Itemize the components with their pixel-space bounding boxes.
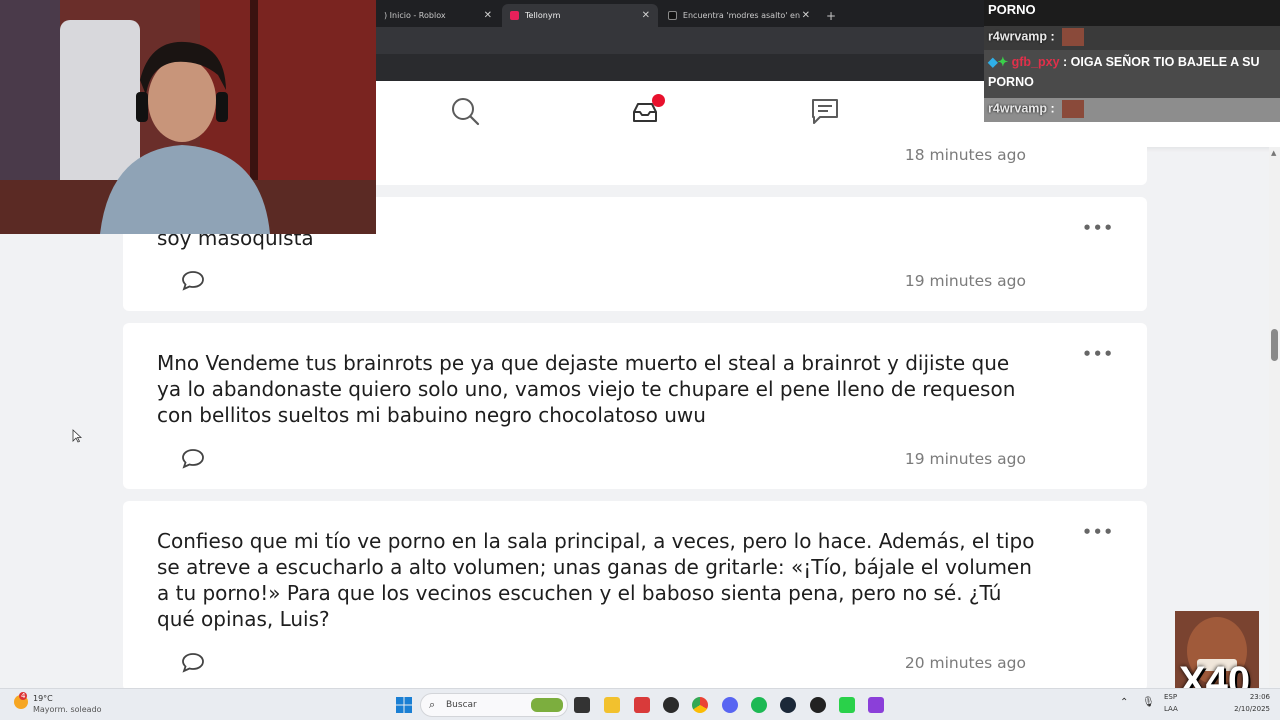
search-icon: ⌕ (429, 698, 436, 711)
webcam-video-image (0, 0, 376, 234)
search-placeholder: Buscar (446, 700, 477, 710)
tab-label: Tellonym (525, 11, 561, 20)
clock-date[interactable]: 2/10/2025 (1214, 705, 1270, 713)
task-view-icon[interactable] (574, 697, 590, 713)
chat-username: gfb_pxy (1011, 55, 1060, 69)
file-explorer-icon[interactable] (604, 697, 620, 713)
language-bottom[interactable]: LAA (1164, 705, 1178, 713)
chat-separator: : (1047, 101, 1055, 116)
app-icon[interactable] (868, 697, 884, 713)
chat-separator: : (1047, 29, 1055, 44)
mouse-cursor-icon (72, 429, 82, 443)
microphone-icon[interactable]: 🎙 (1142, 697, 1155, 708)
card-timestamp: 18 minutes ago (904, 146, 1026, 164)
chat-badge-icon: ◆ (988, 55, 998, 69)
language-top[interactable]: ESP (1164, 693, 1177, 701)
tellonym-favicon-icon (510, 11, 519, 20)
chat-username: r4wrvamp (988, 101, 1048, 116)
spotify-icon[interactable] (751, 697, 767, 713)
comment-icon[interactable] (181, 270, 205, 292)
card-text: Confieso que mi tío ve porno en la sala … (157, 529, 1035, 631)
steam-icon[interactable] (780, 697, 796, 713)
tab-tellonym[interactable]: Tellonym ✕ (502, 4, 658, 27)
stream-chat-overlay: PORNO r4wrvamp : ◆✦ gfb_pxy : OIGA SEÑOR… (984, 0, 1280, 124)
windows-start-icon[interactable] (396, 697, 412, 713)
tab-roblox[interactable]: ) Inicio - Roblox ✕ (376, 4, 500, 27)
windows-taskbar: 4 19°C Mayorm. soleado ⌕ Buscar ⌃ 🎙 ESP … (0, 688, 1280, 720)
close-icon[interactable]: ✕ (642, 10, 650, 21)
card-timestamp: 20 minutes ago (904, 654, 1026, 672)
discord-icon[interactable] (722, 697, 738, 713)
clock-time[interactable]: 23:06 (1214, 693, 1270, 701)
scrollbar-thumb[interactable] (1271, 329, 1278, 361)
chat-emote-icon (1062, 28, 1085, 46)
comment-icon[interactable] (181, 652, 205, 674)
search-highlight-icon (531, 698, 563, 712)
notification-badge (652, 94, 665, 107)
obs-icon[interactable] (663, 697, 679, 713)
chat-message: PORNO (988, 2, 1036, 17)
chat-line: r4wrvamp : (984, 98, 1280, 122)
feed-card: ••• Confieso que mi tío ve porno en la s… (123, 501, 1147, 691)
chrome-icon[interactable] (692, 697, 708, 713)
more-options-button[interactable]: ••• (1082, 523, 1114, 541)
feed-card: ••• Mno Vendeme tus brainrots pe ya que … (123, 323, 1147, 489)
messages-icon[interactable] (810, 96, 840, 126)
search-icon[interactable] (450, 96, 480, 126)
app-icon[interactable] (634, 697, 650, 713)
chat-separator: : (1059, 55, 1071, 69)
chat-line: ◆✦ gfb_pxy : OIGA SEÑOR TIO BAJELE A SU … (984, 50, 1280, 98)
chat-emote-icon (1062, 100, 1085, 118)
card-text: Mno Vendeme tus brainrots pe ya que deja… (157, 351, 1016, 427)
weather-temp: 19°C (33, 694, 53, 703)
chat-badge-icon: ✦ (997, 55, 1009, 69)
taskbar-search-box[interactable]: ⌕ Buscar (420, 693, 568, 717)
roblox-icon[interactable] (810, 697, 826, 713)
chat-username: r4wrvamp (988, 29, 1048, 44)
weather-description: Mayorm. soleado (33, 705, 102, 714)
chat-line: PORNO (984, 0, 1280, 26)
tab-label: Encuentra 'modres asalto' en Ti (682, 11, 802, 20)
close-icon[interactable]: ✕ (484, 10, 492, 21)
tiktok-favicon-icon (668, 11, 677, 20)
tab-tiktok[interactable]: Encuentra 'modres asalto' en Ti ✕ (660, 4, 818, 27)
plus-icon: + (826, 8, 837, 23)
page-scrollbar[interactable]: ▲ (1269, 147, 1280, 687)
card-timestamp: 19 minutes ago (904, 450, 1026, 468)
webcam-overlay (0, 0, 376, 234)
card-timestamp: 19 minutes ago (904, 272, 1026, 290)
scroll-up-arrow-icon[interactable]: ▲ (1271, 149, 1276, 157)
comment-icon[interactable] (181, 448, 205, 470)
chevron-up-icon[interactable]: ⌃ (1120, 697, 1128, 708)
app-icon[interactable] (839, 697, 855, 713)
close-icon[interactable]: ✕ (802, 10, 810, 21)
more-options-button[interactable]: ••• (1082, 345, 1114, 363)
new-tab-button[interactable]: + (818, 4, 842, 27)
chat-line: r4wrvamp : (984, 26, 1280, 50)
more-options-button[interactable]: ••• (1082, 219, 1114, 237)
tab-label: ) Inicio - Roblox (384, 11, 446, 20)
